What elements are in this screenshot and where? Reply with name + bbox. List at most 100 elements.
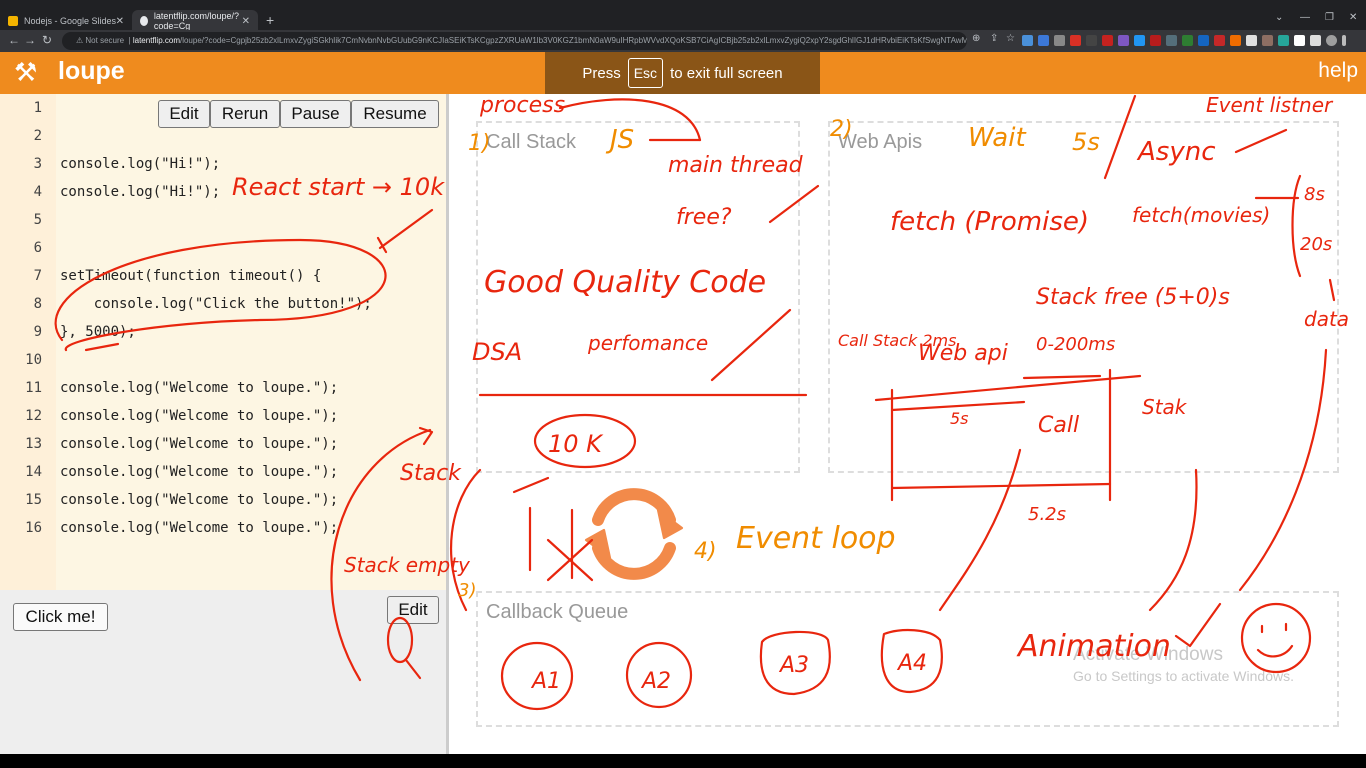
extension-icon[interactable]: [1038, 35, 1049, 46]
avatar[interactable]: [1326, 35, 1337, 46]
code-line[interactable]: console.log("Welcome to loupe.");: [60, 380, 338, 396]
click-me-button[interactable]: Click me!: [13, 603, 108, 631]
panel-title: Call Stack: [486, 131, 577, 153]
menu-icon[interactable]: [1342, 35, 1346, 46]
tab-search-icon[interactable]: ⌄: [1275, 12, 1283, 23]
banner-text: Press: [582, 64, 621, 82]
line-number: 7: [33, 268, 42, 284]
resume-button[interactable]: Resume: [351, 100, 439, 128]
line-number: 16: [25, 520, 42, 536]
help-link[interactable]: help: [1318, 59, 1358, 83]
extension-icon[interactable]: [1134, 35, 1145, 46]
code-line[interactable]: console.log("Welcome to loupe.");: [60, 520, 338, 536]
line-number: 15: [25, 492, 42, 508]
minimize-icon[interactable]: —: [1300, 12, 1310, 23]
code-line[interactable]: console.log("Welcome to loupe.");: [60, 436, 338, 452]
html-output-panel: Click me! Edit: [0, 590, 446, 754]
code-line[interactable]: console.log("Hi!");: [60, 156, 220, 172]
line-gutter: 1 2 3 4 5 6 7 8 9 10 11 12 13 14 15 16: [0, 94, 56, 590]
line-number: 6: [33, 240, 42, 256]
fullscreen-banner: Press Esc to exit full screen: [545, 52, 820, 94]
extensions-toolbar: [1022, 35, 1346, 47]
url-path: /loupe/?code=Cgpjb25zb2xlLmxvZygiSGkhIik…: [179, 36, 967, 45]
browser-tab-bar: Nodejs - Google Slides ✕ latentflip.com/…: [0, 0, 1366, 32]
back-icon[interactable]: ←: [8, 33, 20, 47]
extension-icon[interactable]: [1230, 35, 1241, 46]
edit-button[interactable]: Edit: [158, 100, 210, 128]
line-number: 13: [25, 436, 42, 452]
banner-text: to exit full screen: [670, 64, 783, 82]
event-loop-visualizer: Call Stack Web Apis Callback Queue Activ…: [449, 94, 1366, 754]
code-line[interactable]: console.log("Click the button!");: [60, 296, 372, 312]
url-input[interactable]: ⚠ Not secure | latentflip.com/loupe/?cod…: [62, 32, 967, 50]
restore-icon[interactable]: ❐: [1325, 12, 1334, 23]
reload-icon[interactable]: ↻: [42, 33, 52, 47]
esc-key: Esc: [627, 58, 664, 88]
warning-icon: ⚠: [76, 36, 86, 45]
zoom-icon[interactable]: ⊕: [972, 33, 980, 44]
tab-title: Nodejs - Google Slides: [24, 16, 117, 26]
security-label: Not secure: [85, 36, 125, 45]
line-number: 9: [33, 324, 42, 340]
extension-icon[interactable]: [1166, 35, 1177, 46]
tab-title: latentflip.com/loupe/?code=Cg: [153, 11, 239, 31]
pause-button[interactable]: Pause: [280, 100, 351, 128]
code-line[interactable]: setTimeout(function timeout() {: [60, 268, 321, 284]
extension-icon[interactable]: [1182, 35, 1193, 46]
panel-title: Callback Queue: [486, 601, 629, 623]
close-window-icon[interactable]: ✕: [1349, 12, 1357, 23]
url-host: latentflip.com: [132, 36, 180, 45]
forward-icon[interactable]: →: [24, 33, 36, 47]
bookmark-star-icon[interactable]: ☆: [1006, 33, 1015, 44]
line-number: 5: [33, 212, 42, 228]
extension-icon[interactable]: [1278, 35, 1289, 46]
line-number: 10: [25, 352, 42, 368]
extension-icon[interactable]: [1214, 35, 1225, 46]
new-tab-icon[interactable]: +: [266, 12, 274, 28]
code-line[interactable]: }, 5000);: [60, 324, 136, 340]
edit-html-button[interactable]: Edit: [387, 596, 439, 624]
extension-icon[interactable]: [1198, 35, 1209, 46]
panel-title: Web Apis: [838, 131, 923, 153]
web-apis-panel: Web Apis: [828, 121, 1339, 473]
code-line[interactable]: console.log("Hi!");: [60, 184, 220, 200]
code-line[interactable]: console.log("Welcome to loupe.");: [60, 492, 338, 508]
rerun-button[interactable]: Rerun: [210, 100, 280, 128]
puzzle-icon[interactable]: [1294, 35, 1305, 46]
code-line[interactable]: console.log("Welcome to loupe.");: [60, 464, 338, 480]
extension-icon[interactable]: [1118, 35, 1129, 46]
tools-icon: ⚒: [14, 57, 38, 87]
extension-icon[interactable]: [1054, 35, 1065, 46]
share-icon[interactable]: ⇪: [990, 33, 998, 44]
extension-icon[interactable]: [1262, 35, 1273, 46]
extension-icon[interactable]: [1070, 35, 1081, 46]
line-number: 2: [33, 128, 42, 144]
close-icon[interactable]: ✕: [116, 16, 124, 27]
line-number: 8: [33, 296, 42, 312]
code-editor[interactable]: 1 2 3 4 5 6 7 8 9 10 11 12 13 14 15 16 console.log("Hi!…: [0, 94, 446, 590]
address-bar-row: ← → ↻ ⚠ Not secure | latentflip.com/loup…: [0, 30, 1366, 52]
watermark-title: Activate Windows: [1073, 644, 1223, 665]
line-number: 14: [25, 464, 42, 480]
app-logo[interactable]: loupe: [58, 57, 125, 86]
extension-icon[interactable]: [1086, 35, 1097, 46]
extension-icon[interactable]: [1102, 35, 1113, 46]
extension-icon[interactable]: [1246, 35, 1257, 46]
slides-icon: [8, 16, 18, 26]
call-stack-panel: Call Stack: [476, 121, 800, 473]
code-line[interactable]: console.log("Welcome to loupe.");: [60, 408, 338, 424]
line-number: 11: [25, 380, 42, 396]
taskbar-edge: [0, 754, 1366, 768]
tab-loupe[interactable]: latentflip.com/loupe/?code=Cg ✕: [132, 10, 258, 32]
close-icon[interactable]: ✕: [242, 16, 250, 27]
tab-google-slides[interactable]: Nodejs - Google Slides ✕: [0, 10, 132, 32]
extension-icon[interactable]: [1150, 35, 1161, 46]
globe-icon: [140, 16, 148, 26]
watermark-subtitle: Go to Settings to activate Windows.: [1073, 668, 1294, 684]
extension-icon[interactable]: [1022, 35, 1033, 46]
line-number: 4: [33, 184, 42, 200]
line-number: 12: [25, 408, 42, 424]
line-number: 1: [33, 100, 42, 116]
line-number: 3: [33, 156, 42, 172]
sidebar-icon[interactable]: [1310, 35, 1321, 46]
